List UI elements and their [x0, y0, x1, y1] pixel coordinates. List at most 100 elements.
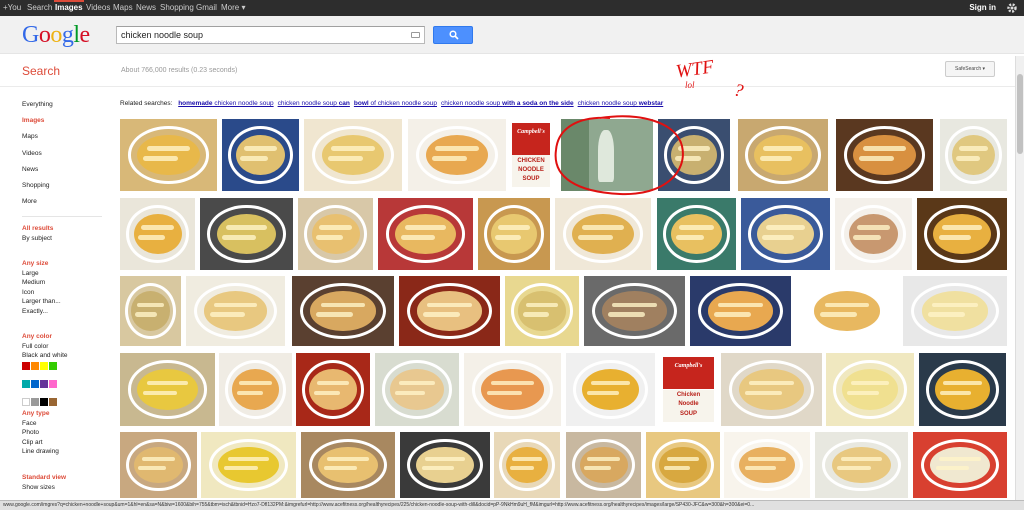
- search-input[interactable]: chicken noodle soup: [116, 26, 425, 44]
- image-result-thumbnail[interactable]: [555, 198, 651, 270]
- image-result-thumbnail[interactable]: [304, 119, 402, 191]
- image-result-thumbnail[interactable]: [646, 432, 720, 498]
- related-search-link[interactable]: chicken noodle soup with a soda on the s…: [441, 100, 574, 107]
- image-result-thumbnail[interactable]: Campbell's CHICKEN NOODLE SOUP: [510, 119, 552, 191]
- scrollbar-thumb[interactable]: [1017, 74, 1023, 154]
- image-result-thumbnail[interactable]: [815, 432, 908, 498]
- type-option[interactable]: Photo: [22, 428, 59, 438]
- view-filter-option[interactable]: Show sizes: [22, 483, 66, 493]
- sidebar-item-everything[interactable]: Everything: [22, 100, 112, 116]
- sidebar-item-videos[interactable]: Videos: [22, 149, 112, 165]
- image-result-thumbnail[interactable]: [566, 353, 655, 426]
- type-option[interactable]: Line drawing: [22, 447, 59, 457]
- image-result-thumbnail[interactable]: [940, 119, 1007, 191]
- image-result-thumbnail[interactable]: [913, 432, 1007, 498]
- related-search-link[interactable]: chicken noodle soup can: [278, 100, 350, 107]
- image-result-thumbnail[interactable]: [919, 353, 1006, 426]
- size-option[interactable]: Large: [22, 269, 61, 279]
- image-result-thumbnail[interactable]: [690, 276, 791, 346]
- sidebar-item-shopping[interactable]: Shopping: [22, 181, 112, 197]
- topnav-maps[interactable]: Maps: [113, 0, 133, 16]
- image-result-thumbnail[interactable]: [738, 119, 828, 191]
- view-filter-title[interactable]: Standard view: [22, 473, 66, 483]
- image-result-thumbnail[interactable]: [796, 276, 898, 346]
- image-result-thumbnail[interactable]: [200, 198, 293, 270]
- search-button[interactable]: [433, 26, 473, 44]
- image-result-thumbnail[interactable]: [201, 432, 296, 498]
- color-swatch[interactable]: [40, 380, 48, 388]
- topnav-search[interactable]: Search: [27, 0, 52, 16]
- image-result-thumbnail[interactable]: [120, 119, 217, 191]
- sidebar-item-images[interactable]: Images: [22, 116, 112, 132]
- sign-in-link[interactable]: Sign in: [969, 0, 996, 16]
- image-result-thumbnail[interactable]: [917, 198, 1007, 270]
- size-option[interactable]: Exactly...: [22, 307, 61, 317]
- color-swatch[interactable]: [49, 398, 57, 406]
- related-search-link[interactable]: homemade chicken noodle soup: [178, 100, 273, 107]
- type-filter-title[interactable]: Any type: [22, 409, 59, 419]
- image-result-thumbnail[interactable]: [219, 353, 292, 426]
- image-result-thumbnail[interactable]: [657, 198, 736, 270]
- safesearch-dropdown[interactable]: SafeSearch ▾: [945, 61, 995, 77]
- image-result-thumbnail[interactable]: [292, 276, 394, 346]
- topnav-shopping[interactable]: Shopping: [160, 0, 194, 16]
- topnav-more[interactable]: More ▾: [221, 0, 245, 16]
- keyboard-icon[interactable]: [411, 32, 420, 38]
- color-swatch[interactable]: [31, 380, 39, 388]
- image-result-thumbnail[interactable]: [375, 353, 459, 426]
- color-swatch[interactable]: [31, 398, 39, 406]
- size-option[interactable]: Larger than...: [22, 297, 61, 307]
- image-result-thumbnail[interactable]: [296, 353, 370, 426]
- color-option[interactable]: Black and white: [22, 351, 68, 361]
- scrollbar[interactable]: [1015, 56, 1024, 500]
- image-result-thumbnail[interactable]: [298, 198, 373, 270]
- image-result-thumbnail[interactable]: [120, 198, 195, 270]
- results-filter-title[interactable]: All results: [22, 224, 53, 234]
- image-result-thumbnail[interactable]: [464, 353, 561, 426]
- color-swatch[interactable]: [22, 398, 30, 406]
- results-filter-option[interactable]: By subject: [22, 234, 53, 244]
- image-result-thumbnail[interactable]: [658, 119, 730, 191]
- sidebar-item-news[interactable]: News: [22, 165, 112, 181]
- image-result-thumbnail[interactable]: [561, 119, 653, 191]
- related-search-link[interactable]: chicken noodle soup webstar: [578, 100, 664, 107]
- image-result-thumbnail[interactable]: [836, 119, 933, 191]
- color-option[interactable]: Full color: [22, 342, 68, 352]
- image-result-thumbnail[interactable]: [222, 119, 299, 191]
- type-option[interactable]: Face: [22, 419, 59, 429]
- image-result-thumbnail[interactable]: [478, 198, 550, 270]
- sidebar-item-maps[interactable]: Maps: [22, 132, 112, 148]
- image-result-thumbnail[interactable]: [566, 432, 641, 498]
- image-result-thumbnail[interactable]: Campbell's Chicken Noodle SOUP: [660, 353, 717, 426]
- gear-icon[interactable]: [1006, 2, 1018, 14]
- color-swatch[interactable]: [40, 398, 48, 406]
- image-result-thumbnail[interactable]: [120, 276, 181, 346]
- topnav-videos[interactable]: Videos: [86, 0, 110, 16]
- image-result-thumbnail[interactable]: [741, 198, 830, 270]
- image-result-thumbnail[interactable]: [378, 198, 473, 270]
- image-result-thumbnail[interactable]: [724, 432, 810, 498]
- image-result-thumbnail[interactable]: [400, 432, 490, 498]
- color-swatch[interactable]: [49, 362, 57, 370]
- image-result-thumbnail[interactable]: [301, 432, 395, 498]
- image-result-thumbnail[interactable]: [120, 353, 215, 426]
- color-swatch[interactable]: [40, 362, 48, 370]
- image-result-thumbnail[interactable]: [494, 432, 560, 498]
- image-result-thumbnail[interactable]: [120, 432, 197, 498]
- topnav-you[interactable]: +You: [3, 0, 21, 16]
- color-swatch[interactable]: [22, 362, 30, 370]
- type-option[interactable]: Clip art: [22, 438, 59, 448]
- size-option[interactable]: Medium: [22, 278, 61, 288]
- image-result-thumbnail[interactable]: [835, 198, 912, 270]
- image-result-thumbnail[interactable]: [721, 353, 822, 426]
- image-result-thumbnail[interactable]: [903, 276, 1007, 346]
- image-result-thumbnail[interactable]: [408, 119, 506, 191]
- color-swatch[interactable]: [49, 380, 57, 388]
- image-result-thumbnail[interactable]: [584, 276, 685, 346]
- image-result-thumbnail[interactable]: [826, 353, 914, 426]
- image-result-thumbnail[interactable]: [186, 276, 285, 346]
- color-filter-title[interactable]: Any color: [22, 332, 68, 342]
- image-result-thumbnail[interactable]: [505, 276, 579, 346]
- color-swatch[interactable]: [31, 362, 39, 370]
- size-filter-title[interactable]: Any size: [22, 259, 61, 269]
